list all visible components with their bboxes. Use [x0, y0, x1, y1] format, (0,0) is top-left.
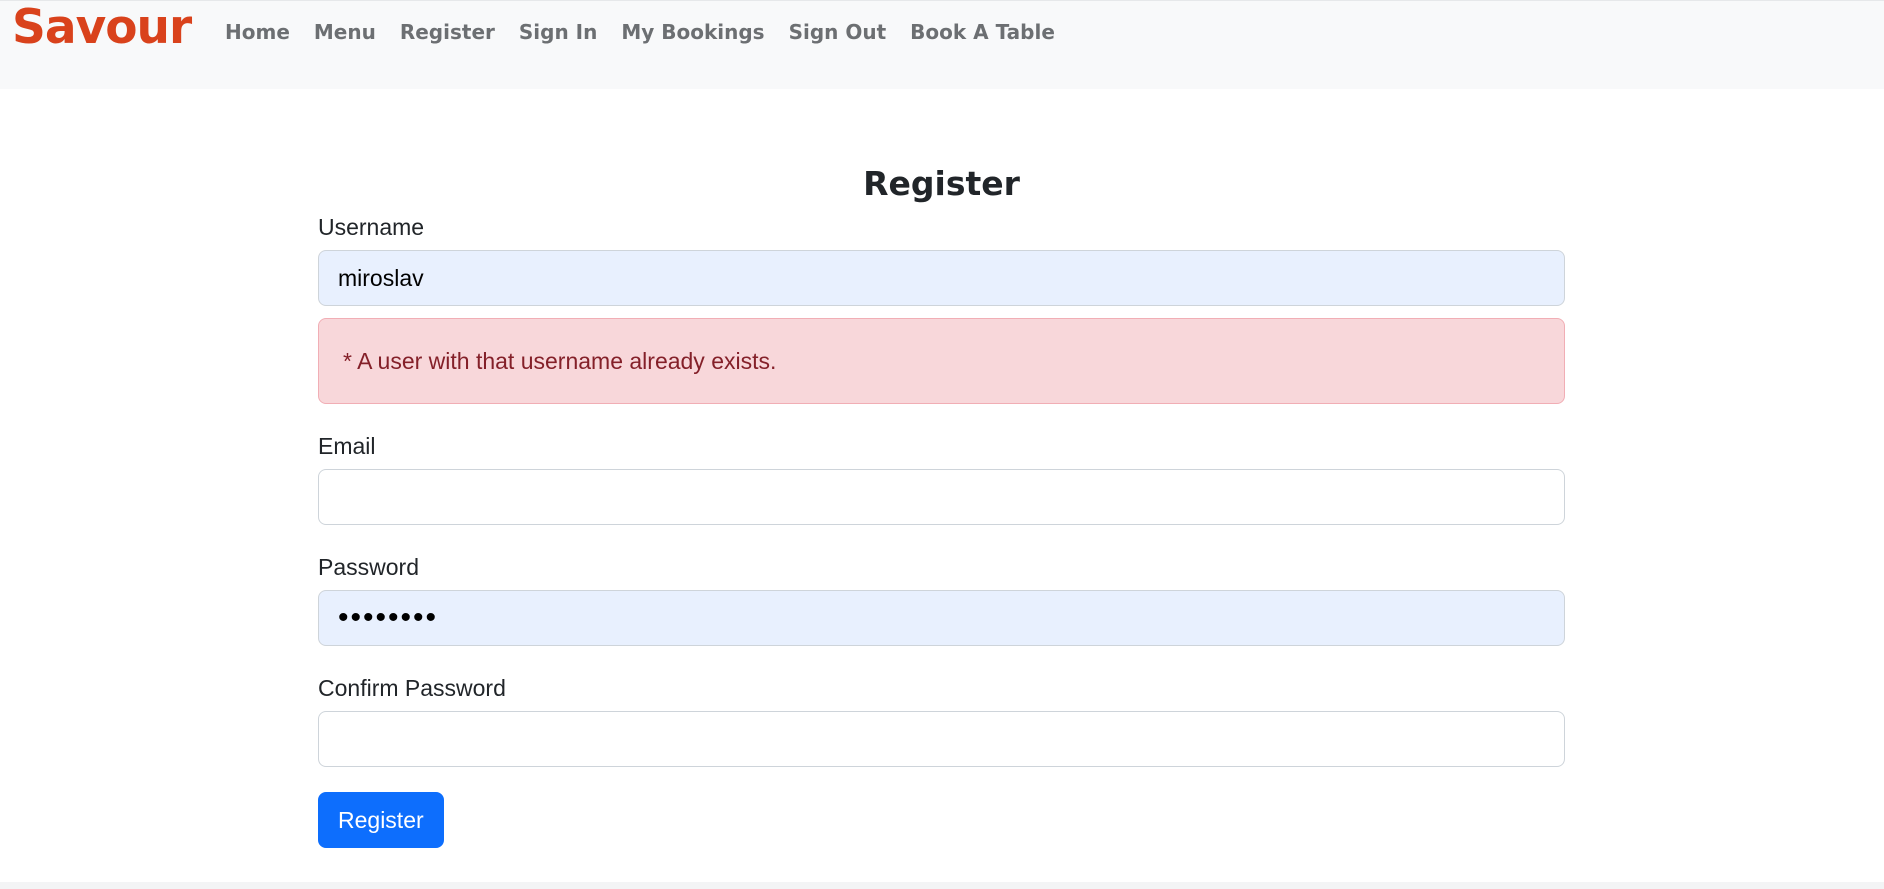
password-label: Password	[318, 554, 419, 580]
nav-link-register[interactable]: Register	[400, 19, 495, 45]
nav-links: Home Menu Register Sign In My Bookings S…	[225, 19, 1079, 45]
brand-logo[interactable]: Savour	[12, 2, 192, 54]
footer-strip	[0, 882, 1884, 889]
email-label: Email	[318, 433, 376, 459]
username-label: Username	[318, 214, 425, 240]
confirm-password-label: Confirm Password	[318, 675, 506, 701]
username-input[interactable]	[318, 250, 1565, 306]
nav-link-my-bookings[interactable]: My Bookings	[621, 19, 764, 45]
confirm-password-input[interactable]	[318, 711, 1565, 767]
nav-link-book-a-table[interactable]: Book A Table	[910, 19, 1055, 45]
page-title: Register	[863, 164, 1020, 203]
nav-link-menu[interactable]: Menu	[314, 19, 376, 45]
nav-link-sign-in[interactable]: Sign In	[519, 19, 597, 45]
email-input[interactable]	[318, 469, 1565, 525]
nav-link-home[interactable]: Home	[225, 19, 290, 45]
password-input[interactable]	[318, 590, 1565, 646]
register-submit-button[interactable]: Register	[318, 792, 444, 848]
register-form-container: Register Username * A user with that use…	[318, 160, 1565, 848]
username-error-alert: * A user with that username already exis…	[318, 318, 1565, 404]
nav-link-sign-out[interactable]: Sign Out	[789, 19, 887, 45]
navbar: Savour Home Menu Register Sign In My Boo…	[0, 0, 1884, 89]
